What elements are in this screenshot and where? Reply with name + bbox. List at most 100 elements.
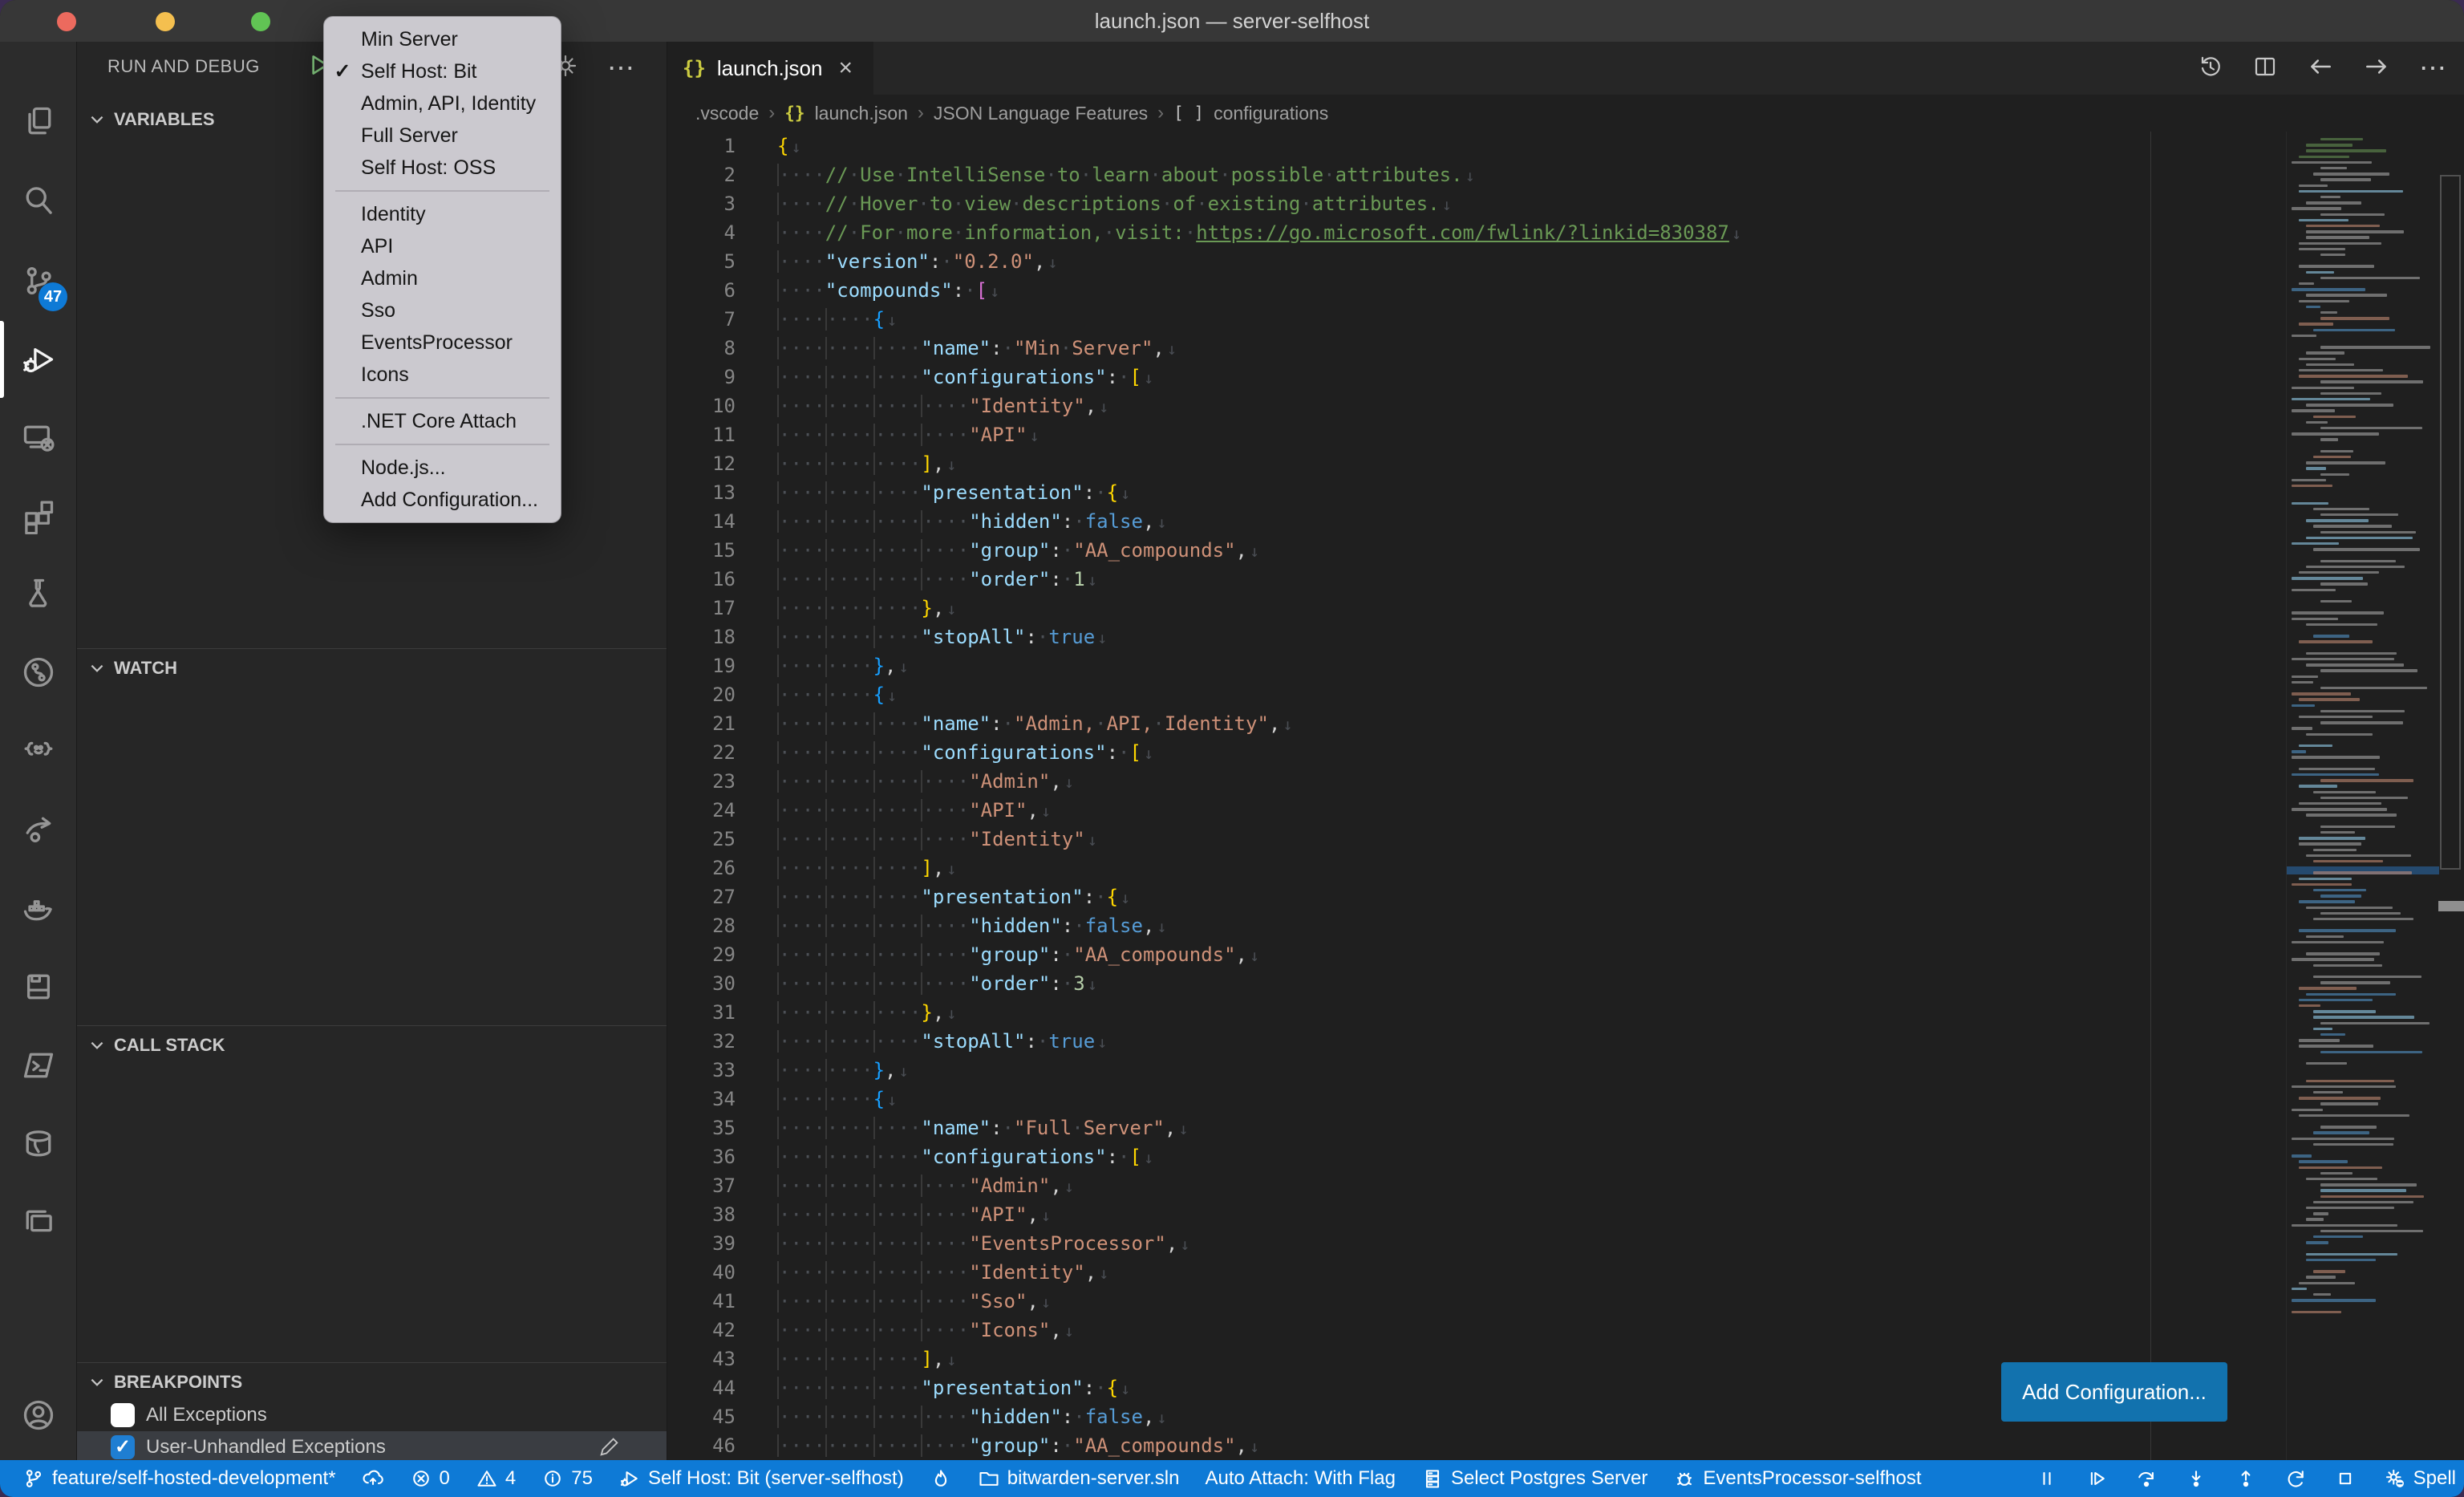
section-divider[interactable] <box>77 1025 667 1026</box>
code-line[interactable]: 1{↓ <box>668 132 2284 160</box>
menu-item-sso[interactable]: Sso <box>324 294 561 327</box>
checkbox-unchecked[interactable] <box>111 1403 135 1427</box>
activity-bar-item-live-share-icon[interactable] <box>0 791 77 868</box>
menu-item-admin[interactable]: Admin <box>324 262 561 294</box>
code-line[interactable]: 5····"version":·"0.2.0",↓ <box>668 247 2284 276</box>
code-line[interactable]: 39················"EventsProcessor",↓ <box>668 1229 2284 1258</box>
tab-launch-json[interactable]: {} launch.json × <box>668 42 873 95</box>
code-line[interactable]: 28················"hidden":·false,↓ <box>668 911 2284 940</box>
code-line[interactable]: 33········},↓ <box>668 1056 2284 1085</box>
code-line[interactable]: 3····//·Hover·to·view·descriptions·of·ex… <box>668 189 2284 218</box>
code-line[interactable]: 6····"compounds":·[↓ <box>668 276 2284 305</box>
breakpoint-user-unhandled-exceptions[interactable]: ✓ User-Unhandled Exceptions <box>77 1431 667 1463</box>
code-line[interactable]: 8············"name":·"Min·Server",↓ <box>668 334 2284 363</box>
menu-item-api[interactable]: API <box>324 230 561 262</box>
menu-item-self-host-oss[interactable]: Self Host: OSS <box>324 152 561 184</box>
status-item-feature-self-hosted-development[interactable]: feature/self-hosted-development* <box>22 1467 336 1490</box>
code-line[interactable]: 42················"Icons",↓ <box>668 1316 2284 1345</box>
code-line[interactable]: 38················"API",↓ <box>668 1200 2284 1229</box>
close-tab-icon[interactable]: × <box>838 55 853 82</box>
activity-bar-item-terminal-icon[interactable] <box>0 1027 77 1104</box>
activity-bar-item-windows-icon[interactable] <box>0 1184 77 1261</box>
code-line[interactable]: 16················"order":·1↓ <box>668 565 2284 594</box>
menu-item-icons[interactable]: Icons <box>324 359 561 391</box>
menu-item-self-host-bit[interactable]: ✓Self Host: Bit <box>324 55 561 87</box>
breadcrumb-item[interactable]: configurations <box>1214 103 1328 124</box>
status-item-self-host-bit-server-selfhost[interactable]: Self Host: Bit (server-selfhost) <box>618 1467 904 1490</box>
code-line[interactable]: 7········{↓ <box>668 305 2284 334</box>
code-line[interactable]: 24················"API",↓ <box>668 796 2284 825</box>
overview-ruler[interactable] <box>2438 132 2464 1460</box>
section-divider[interactable] <box>77 648 667 649</box>
code-line[interactable]: 46················"group":·"AA_compounds… <box>668 1431 2284 1460</box>
code-line[interactable]: 32············"stopAll":·true↓ <box>668 1027 2284 1056</box>
code-area[interactable]: 1{↓2····//·Use·IntelliSense·to·learn·abo… <box>668 132 2284 1460</box>
code-line[interactable]: 37················"Admin",↓ <box>668 1171 2284 1200</box>
breadcrumb-item[interactable]: launch.json <box>815 103 908 124</box>
code-line[interactable]: 9············"configurations":·[↓ <box>668 363 2284 391</box>
status-item-pause[interactable] <box>2036 1467 2058 1490</box>
code-line[interactable]: 34········{↓ <box>668 1085 2284 1114</box>
menu-item-node-js[interactable]: Node.js... <box>324 452 561 484</box>
scrollbar-slider[interactable] <box>2440 175 2461 870</box>
activity-bar-item-search-icon[interactable] <box>0 162 77 239</box>
status-item-flame[interactable] <box>930 1467 952 1490</box>
menu-item-eventsprocessor[interactable]: EventsProcessor <box>324 327 561 359</box>
status-item-0[interactable]: 0 <box>410 1467 450 1490</box>
activity-bar-item-explorer-icon[interactable] <box>0 83 77 160</box>
split-editor-icon[interactable] <box>2252 54 2278 83</box>
checkbox-checked[interactable]: ✓ <box>111 1435 135 1459</box>
code-line[interactable]: 2····//·Use·IntelliSense·to·learn·about·… <box>668 160 2284 189</box>
code-line[interactable]: 19········},↓ <box>668 651 2284 680</box>
code-line[interactable]: 17············},↓ <box>668 594 2284 623</box>
status-item-75[interactable]: 75 <box>541 1467 593 1490</box>
navigate-forward-icon[interactable] <box>2363 53 2390 84</box>
add-configuration-button[interactable]: Add Configuration... <box>2001 1362 2227 1422</box>
activity-bar-item-docker-icon[interactable] <box>0 870 77 947</box>
code-line[interactable]: 25················"Identity"↓ <box>668 825 2284 854</box>
code-line[interactable]: 36············"configurations":·[↓ <box>668 1142 2284 1171</box>
code-line[interactable]: 40················"Identity",↓ <box>668 1258 2284 1287</box>
menu-item-net-core-attach[interactable]: .NET Core Attach <box>324 405 561 437</box>
timeline-history-icon[interactable] <box>2198 54 2223 83</box>
status-item-step-into[interactable] <box>2185 1467 2207 1490</box>
code-line[interactable]: 18············"stopAll":·true↓ <box>668 623 2284 651</box>
status-item-step-over[interactable] <box>2135 1467 2158 1490</box>
code-line[interactable]: 4····//·For·more·information,·visit:·htt… <box>668 218 2284 247</box>
activity-bar-item-braces-face-icon[interactable] <box>0 712 77 789</box>
section-watch[interactable]: WATCH <box>77 651 667 685</box>
editor-more-actions-icon[interactable]: ⋯ <box>2419 52 2446 84</box>
code-line[interactable]: 20········{↓ <box>668 680 2284 709</box>
code-line[interactable]: 21············"name":·"Admin,·API,·Ident… <box>668 709 2284 738</box>
activity-bar-item-storage-icon[interactable] <box>0 948 77 1025</box>
menu-item-admin-api-identity[interactable]: Admin, API, Identity <box>324 87 561 120</box>
status-item-continue[interactable] <box>2085 1467 2108 1490</box>
menu-item-full-server[interactable]: Full Server <box>324 120 561 152</box>
code-line[interactable]: 26············],↓ <box>668 854 2284 882</box>
activity-bar-item-run-and-debug-icon[interactable] <box>0 321 77 398</box>
menu-item-add-configuration[interactable]: Add Configuration... <box>324 484 561 516</box>
code-line[interactable]: 22············"configurations":·[↓ <box>668 738 2284 767</box>
code-line[interactable]: 12············],↓ <box>668 449 2284 478</box>
activity-bar-item-testing-icon[interactable] <box>0 555 77 632</box>
code-line[interactable]: 29················"group":·"AA_compounds… <box>668 940 2284 969</box>
status-item-bitwarden-server-sln[interactable]: bitwarden-server.sln <box>978 1467 1180 1490</box>
breakpoint-all-exceptions[interactable]: All Exceptions <box>77 1399 667 1431</box>
code-line[interactable]: 10················"Identity",↓ <box>668 391 2284 420</box>
activity-bar-item-remote-explorer-icon[interactable] <box>0 400 77 477</box>
code-line[interactable]: 23················"Admin",↓ <box>668 767 2284 796</box>
code-line[interactable]: 41················"Sso",↓ <box>668 1287 2284 1316</box>
code-line[interactable]: 30················"order":·3↓ <box>668 969 2284 998</box>
code-line[interactable]: 14················"hidden":·false,↓ <box>668 507 2284 536</box>
activity-bar-item-source-control-icon[interactable] <box>0 242 77 319</box>
status-item-select-postgres-server[interactable]: Select Postgres Server <box>1421 1467 1647 1490</box>
code-line[interactable]: 15················"group":·"AA_compounds… <box>668 536 2284 565</box>
section-call-stack[interactable]: CALL STACK <box>77 1028 667 1062</box>
status-item-eventsprocessor-selfhost[interactable]: EventsProcessor-selfhost <box>1673 1467 1921 1490</box>
menu-item-min-server[interactable]: Min Server <box>324 23 561 55</box>
code-line[interactable]: 11················"API"↓ <box>668 420 2284 449</box>
activity-bar-item-git-graph-icon[interactable] <box>0 634 77 711</box>
breadcrumb-item[interactable]: .vscode <box>695 103 759 124</box>
status-item-stop[interactable] <box>2334 1467 2357 1490</box>
status-item-auto-attach-with-flag[interactable]: Auto Attach: With Flag <box>1205 1467 1395 1490</box>
